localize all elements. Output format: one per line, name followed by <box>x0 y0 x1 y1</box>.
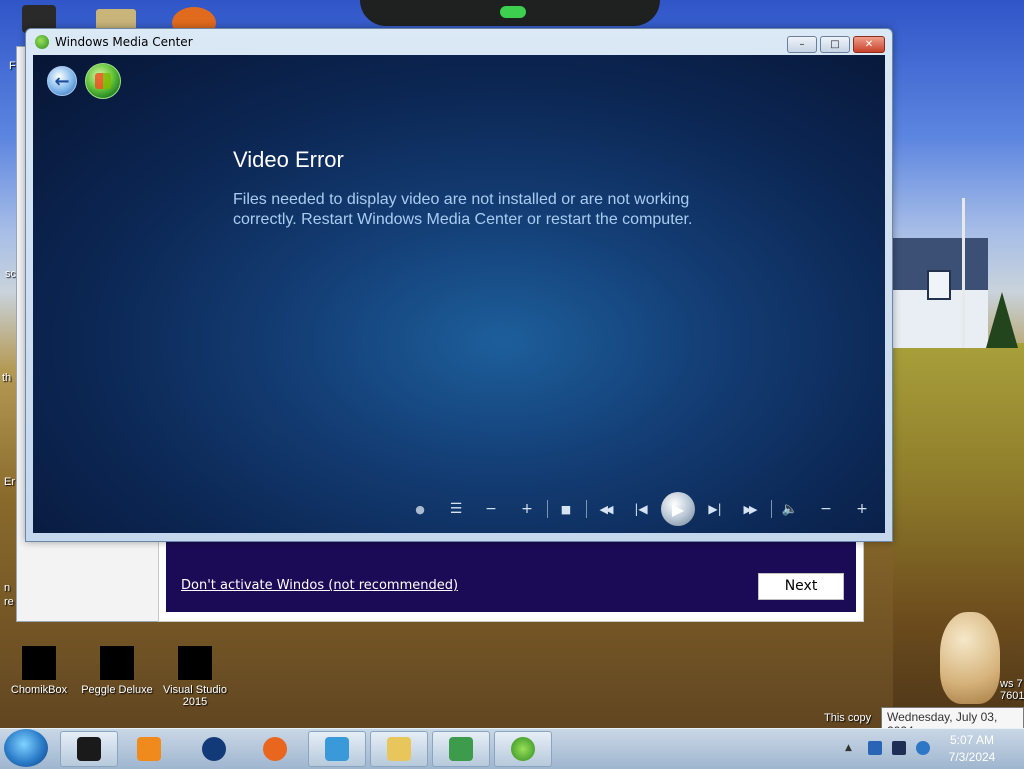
explorer-icon <box>387 737 411 761</box>
record-icon[interactable]: ● <box>410 498 430 520</box>
monitor-icon[interactable] <box>892 741 906 755</box>
media-player-icon <box>137 737 161 761</box>
desktop-label-fragment: F <box>9 60 16 72</box>
next-button[interactable]: Next <box>758 573 844 600</box>
wallpaper-tree <box>986 292 1018 348</box>
fast-forward-icon[interactable]: ▶▶ <box>736 498 762 520</box>
desktop-icon-label: Visual Studio 2015 <box>162 684 227 708</box>
arrow-up-icon[interactable]: ▲ <box>845 741 855 755</box>
desktop-label-fragment: re <box>4 596 14 608</box>
error-title: Video Error <box>233 147 344 172</box>
activation-panel <box>166 540 856 612</box>
media-center-start-button[interactable] <box>85 63 121 99</box>
volume-down-icon[interactable]: − <box>816 498 836 520</box>
start-button[interactable] <box>4 729 48 767</box>
skip-back-icon[interactable]: |◀ <box>628 498 654 520</box>
taskbar-item[interactable] <box>185 731 243 767</box>
taskbar-item[interactable] <box>308 731 366 767</box>
wallpaper-house-window <box>927 270 951 300</box>
minimize-button[interactable]: – <box>787 36 817 53</box>
desktop-icon-peggle[interactable]: Peggle Deluxe <box>72 646 162 696</box>
wallpaper-flag-pole <box>962 198 965 348</box>
channel-up-icon[interactable]: + <box>517 498 537 520</box>
error-message: Files needed to display video are not in… <box>233 191 693 228</box>
activation-watermark: This copy <box>824 712 872 724</box>
taskbar-item[interactable] <box>370 731 428 767</box>
control-separator <box>547 500 548 518</box>
network-icon[interactable] <box>868 741 882 755</box>
media-center-icon <box>511 737 535 761</box>
guide-list-icon[interactable]: ☰ <box>446 498 466 520</box>
desktop-icon-label: ChomikBox <box>10 684 68 696</box>
desktop-icon-label: Peggle Deluxe <box>81 684 153 696</box>
rewind-icon[interactable]: ◀◀ <box>592 498 618 520</box>
volume-up-icon[interactable]: + <box>852 498 872 520</box>
desktop-label-fragment: n <box>4 582 11 594</box>
media-center-title-icon <box>35 35 49 49</box>
messenger-icon <box>325 737 349 761</box>
maximize-button[interactable]: □ <box>820 36 850 53</box>
visual-studio-icon <box>178 646 212 680</box>
taskbar-item[interactable] <box>120 731 178 767</box>
desktop-icon-visual-studio[interactable]: Visual Studio 2015 <box>150 646 240 708</box>
dont-activate-link[interactable]: Don't activate Windos (not recommended) <box>181 578 458 593</box>
mute-icon[interactable]: 🔈 <box>779 498 801 520</box>
clock-time[interactable]: 5:07 AM <box>940 733 1004 747</box>
green-status-light <box>500 6 526 18</box>
globe-icon <box>202 737 226 761</box>
close-button[interactable]: ✕ <box>853 36 885 53</box>
ie-icon[interactable] <box>916 741 930 755</box>
media-center-content <box>33 55 885 533</box>
channel-down-icon[interactable]: − <box>481 498 501 520</box>
skip-forward-icon[interactable]: ▶| <box>702 498 728 520</box>
firefox-icon <box>263 737 287 761</box>
dark-window-icon <box>77 737 101 761</box>
play-icon: ▶ <box>671 499 685 519</box>
back-button[interactable]: ← <box>47 66 77 96</box>
taskbar-item[interactable] <box>246 731 304 767</box>
hamster-mascot <box>940 612 1000 704</box>
desktop-label-fragment: Er <box>4 476 15 488</box>
taskbar-item[interactable] <box>432 731 490 767</box>
taskbar-item[interactable] <box>60 731 118 767</box>
peggle-icon <box>100 646 134 680</box>
upload-icon <box>449 737 473 761</box>
control-separator <box>771 500 772 518</box>
taskbar-item-active[interactable] <box>494 731 552 767</box>
control-separator <box>586 500 587 518</box>
window-title: Windows Media Center <box>55 35 193 49</box>
back-arrow-icon: ← <box>54 70 70 92</box>
play-button[interactable]: ▶ <box>661 492 695 526</box>
desktop-label-fragment: sc <box>5 268 16 280</box>
desktop-label-fragment: th <box>2 372 12 384</box>
chomikbox-icon <box>22 646 56 680</box>
clock-date[interactable]: 7/3/2024 <box>940 750 1004 764</box>
version-text: ws 7 7601 <box>1000 678 1024 702</box>
stop-icon[interactable]: ■ <box>556 498 576 520</box>
